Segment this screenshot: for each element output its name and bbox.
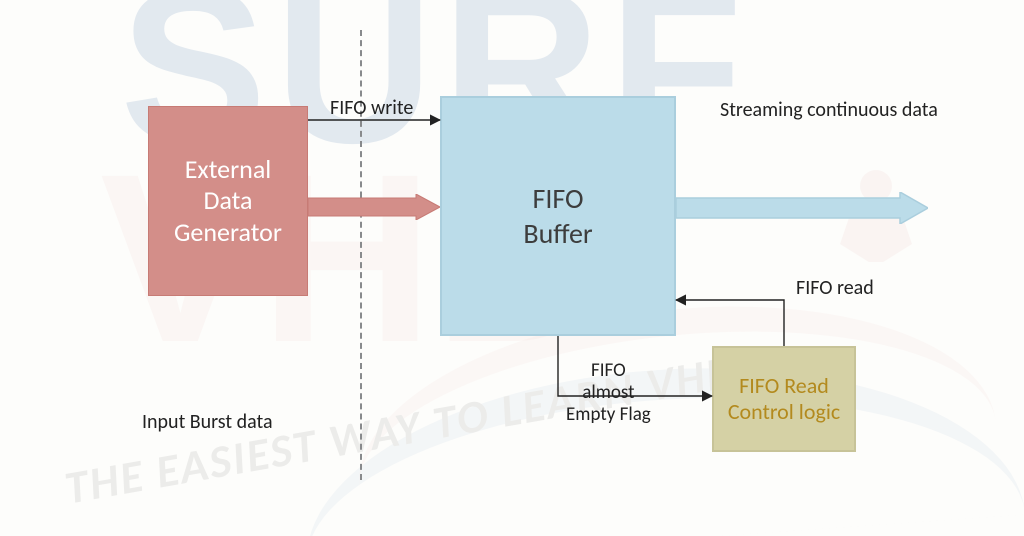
diagram-canvas: SURF VHD THE EASIEST WAY TO LEARN VHDL E… [0, 0, 1024, 536]
block-label: External Data Generator [174, 154, 282, 248]
label-fifo-almost-empty: FIFO almost Empty Flag [566, 360, 651, 426]
block-label: FIFO Buffer [523, 181, 592, 251]
data-arrow-output [676, 192, 928, 224]
data-arrow-input [308, 194, 440, 220]
watermark-person-icon [830, 170, 920, 290]
block-fifo-read-control: FIFO Read Control logic [712, 346, 856, 452]
block-fifo-buffer: FIFO Buffer [440, 96, 676, 336]
label-streaming-output: Streaming continuous data [720, 98, 938, 122]
label-input-burst: Input Burst data [142, 410, 273, 434]
label-fifo-read: FIFO read [796, 276, 874, 300]
watermark-wave [295, 345, 1024, 536]
block-label: FIFO Read Control logic [728, 373, 840, 426]
block-external-data-generator: External Data Generator [148, 106, 308, 296]
label-fifo-write: FIFO write [330, 96, 413, 120]
